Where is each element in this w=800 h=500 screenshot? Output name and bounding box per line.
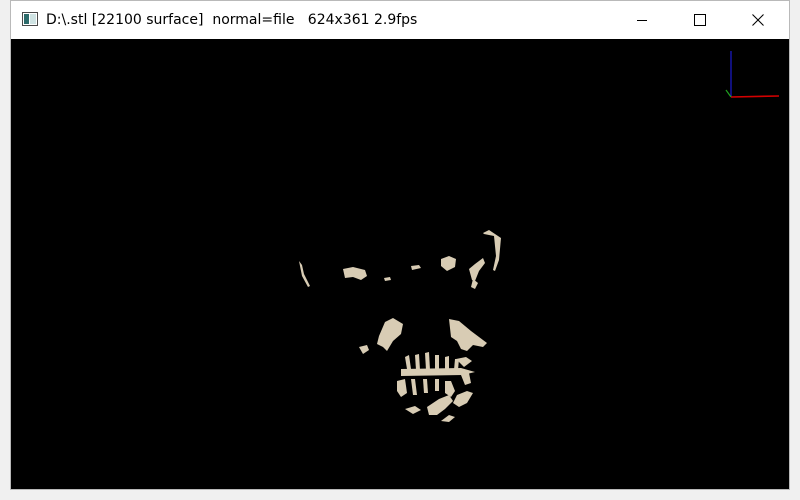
stl-model-render xyxy=(299,230,501,422)
minimize-button[interactable] xyxy=(619,1,665,39)
axis-gizmo xyxy=(725,51,780,98)
maximize-button[interactable] xyxy=(677,1,723,39)
app-window-icon xyxy=(22,12,38,26)
maximize-icon xyxy=(694,14,706,26)
window-title: D:\.stl [22100 surface] normal=file 624x… xyxy=(46,12,418,28)
z-axis-line xyxy=(725,89,732,98)
close-button[interactable] xyxy=(735,1,781,39)
title-bar[interactable]: D:\.stl [22100 surface] normal=file 624x… xyxy=(11,1,789,39)
x-axis-line xyxy=(730,95,780,98)
minimize-icon xyxy=(637,20,647,21)
app-window: D:\.stl [22100 surface] normal=file 624x… xyxy=(10,0,790,490)
close-icon xyxy=(752,14,764,26)
render-viewport[interactable] xyxy=(11,39,789,489)
